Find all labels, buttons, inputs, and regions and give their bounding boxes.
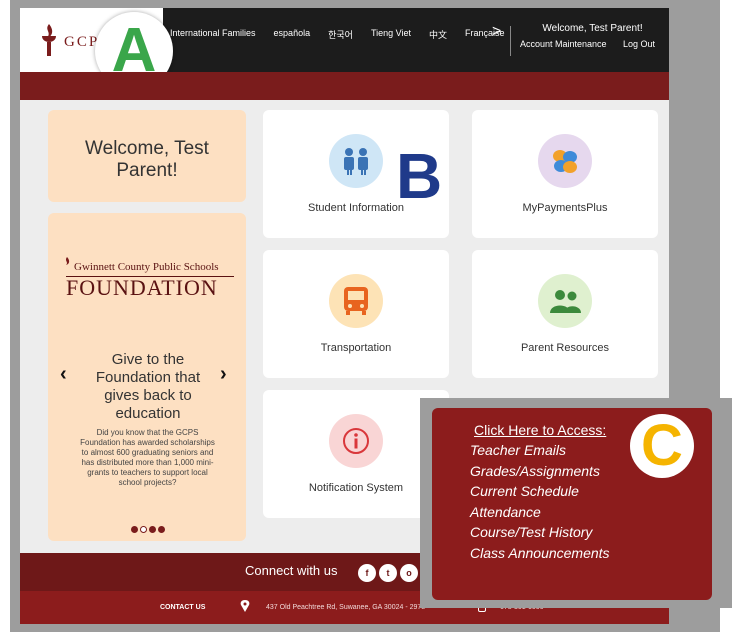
logout-link[interactable]: Log Out bbox=[623, 39, 655, 49]
tile-parent-resources[interactable]: Parent Resources bbox=[472, 250, 658, 378]
nav-link-korean[interactable]: 한국어 bbox=[328, 28, 353, 41]
location-pin-icon bbox=[240, 600, 250, 612]
logo-text: GCP bbox=[64, 34, 100, 50]
tile-transportation[interactable]: Transportation bbox=[263, 250, 449, 378]
annotation-badge-c: C bbox=[630, 414, 694, 478]
carousel-dot[interactable] bbox=[149, 526, 156, 533]
promo-title: Give to the Foundation that gives back t… bbox=[95, 351, 201, 422]
callout-item-grades[interactable]: Grades/Assignments bbox=[470, 463, 600, 479]
callout-item-teacher-emails[interactable]: Teacher Emails bbox=[470, 442, 566, 458]
carousel-prev-icon[interactable]: ‹ bbox=[60, 363, 67, 386]
tile-label: Parent Resources bbox=[520, 342, 610, 354]
nav-link-vietnamese[interactable]: Tieng Viet bbox=[371, 28, 411, 41]
carousel-next-icon[interactable]: › bbox=[220, 363, 227, 386]
nav-link-international[interactable]: International Families bbox=[170, 28, 256, 41]
foundation-subtitle: Gwinnett County Public Schools bbox=[74, 261, 219, 273]
callout-item-attendance[interactable]: Attendance bbox=[470, 504, 541, 520]
parents-icon bbox=[538, 274, 592, 328]
nav-link-spanish[interactable]: española bbox=[274, 28, 311, 41]
welcome-card: Welcome, Test Parent! bbox=[48, 110, 246, 202]
payments-icon bbox=[538, 134, 592, 188]
foundation-promo-carousel: Gwinnett County Public Schools FOUNDATIO… bbox=[48, 213, 246, 541]
students-icon bbox=[329, 134, 383, 188]
welcome-message: Welcome, Test Parent! bbox=[542, 23, 643, 34]
connect-label: Connect with us bbox=[245, 563, 338, 578]
annotation-badge-b: B bbox=[396, 140, 443, 212]
tile-label: MyPaymentsPlus bbox=[522, 202, 608, 214]
header-red-bar bbox=[20, 72, 669, 100]
foundation-torch-icon bbox=[66, 257, 70, 265]
nav-divider bbox=[510, 26, 511, 56]
welcome-card-text: Welcome, Test Parent! bbox=[85, 138, 209, 181]
callout-item-course-history[interactable]: Course/Test History bbox=[470, 524, 592, 540]
info-icon bbox=[329, 414, 383, 468]
account-maintenance-link[interactable]: Account Maintenance bbox=[520, 39, 607, 49]
contact-us-label[interactable]: CONTACT US bbox=[160, 604, 205, 611]
tile-label: Transportation bbox=[320, 342, 392, 354]
address-text: 437 Old Peachtree Rd, Suwanee, GA 30024 … bbox=[266, 604, 426, 611]
instagram-icon[interactable]: o bbox=[400, 564, 418, 582]
carousel-dot[interactable] bbox=[158, 526, 165, 533]
nav-link-chinese[interactable]: 中文 bbox=[429, 28, 447, 41]
facebook-icon[interactable]: f bbox=[358, 564, 376, 582]
language-links: International Families española 한국어 Tien… bbox=[170, 28, 523, 41]
carousel-dot-active[interactable] bbox=[140, 526, 147, 533]
carousel-dot[interactable] bbox=[131, 526, 138, 533]
carousel-dots bbox=[131, 526, 165, 533]
callout-item-schedule[interactable]: Current Schedule bbox=[470, 483, 579, 499]
tile-mypaymentsplus[interactable]: MyPaymentsPlus bbox=[472, 110, 658, 238]
twitter-icon[interactable]: t bbox=[379, 564, 397, 582]
callout-heading[interactable]: Click Here to Access: bbox=[474, 422, 606, 438]
callout-item-announcements[interactable]: Class Announcements bbox=[470, 545, 610, 561]
bus-icon bbox=[329, 274, 383, 328]
promo-body: Did you know that the GCPS Foundation ha… bbox=[80, 428, 215, 487]
torch-logo-icon bbox=[42, 24, 56, 56]
foundation-title[interactable]: FOUNDATION bbox=[66, 275, 218, 301]
more-languages-arrow-icon[interactable]: > bbox=[492, 23, 501, 41]
